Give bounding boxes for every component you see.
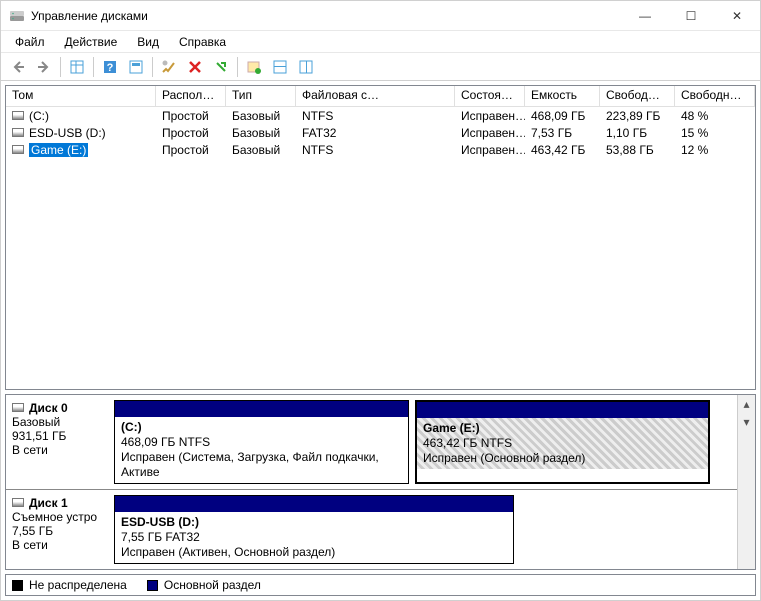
content-area: Том Располо… Тип Файловая с… Состояние Е… bbox=[1, 81, 760, 600]
disk-info[interactable]: Диск 1Съемное устро7,55 ГБВ сети bbox=[6, 490, 114, 569]
maximize-button[interactable]: ☐ bbox=[668, 1, 714, 31]
col-fs[interactable]: Файловая с… bbox=[296, 86, 455, 106]
disk-icon bbox=[12, 498, 24, 507]
properties-icon[interactable] bbox=[209, 56, 233, 78]
disk-info[interactable]: Диск 0Базовый931,51 ГБВ сети bbox=[6, 395, 114, 489]
volume-rows[interactable]: (C:)ПростойБазовыйNTFSИсправен…468,09 ГБ… bbox=[6, 107, 755, 389]
refresh-icon[interactable] bbox=[157, 56, 181, 78]
action1-icon[interactable] bbox=[242, 56, 266, 78]
menu-action[interactable]: Действие bbox=[55, 33, 128, 51]
legend-primary-swatch bbox=[147, 580, 158, 591]
partition-header-bar bbox=[115, 496, 513, 512]
show-hide-button[interactable] bbox=[65, 56, 89, 78]
separator bbox=[60, 57, 61, 77]
back-button[interactable] bbox=[6, 56, 30, 78]
svg-text:?: ? bbox=[107, 62, 114, 74]
volume-row[interactable]: Game (E:)ПростойБазовыйNTFSИсправен…463,… bbox=[6, 141, 755, 158]
disk-row: Диск 1Съемное устро7,55 ГБВ сетиESD-USB … bbox=[6, 490, 737, 569]
disk-row: Диск 0Базовый931,51 ГБВ сети(C:)468,09 Г… bbox=[6, 395, 737, 490]
partition-header-bar bbox=[417, 402, 708, 418]
menu-file[interactable]: Файл bbox=[5, 33, 55, 51]
legend-primary-label: Основной раздел bbox=[164, 578, 261, 592]
volume-row[interactable]: (C:)ПростойБазовыйNTFSИсправен…468,09 ГБ… bbox=[6, 107, 755, 124]
action3-icon[interactable] bbox=[294, 56, 318, 78]
col-type[interactable]: Тип bbox=[226, 86, 296, 106]
delete-icon[interactable] bbox=[183, 56, 207, 78]
close-button[interactable]: ✕ bbox=[714, 1, 760, 31]
toolbar: ? bbox=[1, 53, 760, 81]
legend-unallocated-label: Не распределена bbox=[29, 578, 127, 592]
volume-icon bbox=[12, 145, 24, 154]
menu-help[interactable]: Справка bbox=[169, 33, 236, 51]
forward-button[interactable] bbox=[32, 56, 56, 78]
partition[interactable]: (C:)468,09 ГБ NTFSИсправен (Система, Заг… bbox=[114, 400, 409, 484]
scroll-down-icon[interactable]: ▾ bbox=[738, 413, 755, 431]
column-headers: Том Располо… Тип Файловая с… Состояние Е… bbox=[6, 86, 755, 107]
menubar: Файл Действие Вид Справка bbox=[1, 31, 760, 53]
help-icon[interactable]: ? bbox=[98, 56, 122, 78]
action2-icon[interactable] bbox=[268, 56, 292, 78]
minimize-button[interactable]: — bbox=[622, 1, 668, 31]
col-free[interactable]: Свобод… bbox=[600, 86, 675, 106]
scrollbar[interactable]: ▴ ▾ bbox=[737, 395, 755, 569]
volume-icon bbox=[12, 128, 24, 137]
volume-row[interactable]: ESD-USB (D:)ПростойБазовыйFAT32Исправен…… bbox=[6, 124, 755, 141]
col-volume[interactable]: Том bbox=[6, 86, 156, 106]
menu-view[interactable]: Вид bbox=[127, 33, 169, 51]
disk-icon bbox=[12, 403, 24, 412]
separator bbox=[152, 57, 153, 77]
legend-unallocated-swatch bbox=[12, 580, 23, 591]
scroll-up-icon[interactable]: ▴ bbox=[738, 395, 755, 413]
partition[interactable]: ESD-USB (D:)7,55 ГБ FAT32Исправен (Актив… bbox=[114, 495, 514, 564]
col-capacity[interactable]: Емкость bbox=[525, 86, 600, 106]
partition[interactable]: Game (E:)463,42 ГБ NTFSИсправен (Основно… bbox=[415, 400, 710, 484]
separator bbox=[93, 57, 94, 77]
col-freepct[interactable]: Свободно % bbox=[675, 86, 755, 106]
titlebar[interactable]: Управление дисками — ☐ ✕ bbox=[1, 1, 760, 31]
col-status[interactable]: Состояние bbox=[455, 86, 525, 106]
legend: Не распределена Основной раздел bbox=[5, 574, 756, 596]
col-layout[interactable]: Располо… bbox=[156, 86, 226, 106]
disk-graphical-view: Диск 0Базовый931,51 ГБВ сети(C:)468,09 Г… bbox=[5, 394, 756, 570]
volume-list: Том Располо… Тип Файловая с… Состояние Е… bbox=[5, 85, 756, 390]
volume-icon bbox=[12, 111, 24, 120]
disk-management-window: Управление дисками — ☐ ✕ Файл Действие В… bbox=[0, 0, 761, 601]
window-title: Управление дисками bbox=[31, 9, 622, 23]
settings-icon[interactable] bbox=[124, 56, 148, 78]
app-icon bbox=[9, 8, 25, 24]
partition-header-bar bbox=[115, 401, 408, 417]
separator bbox=[237, 57, 238, 77]
